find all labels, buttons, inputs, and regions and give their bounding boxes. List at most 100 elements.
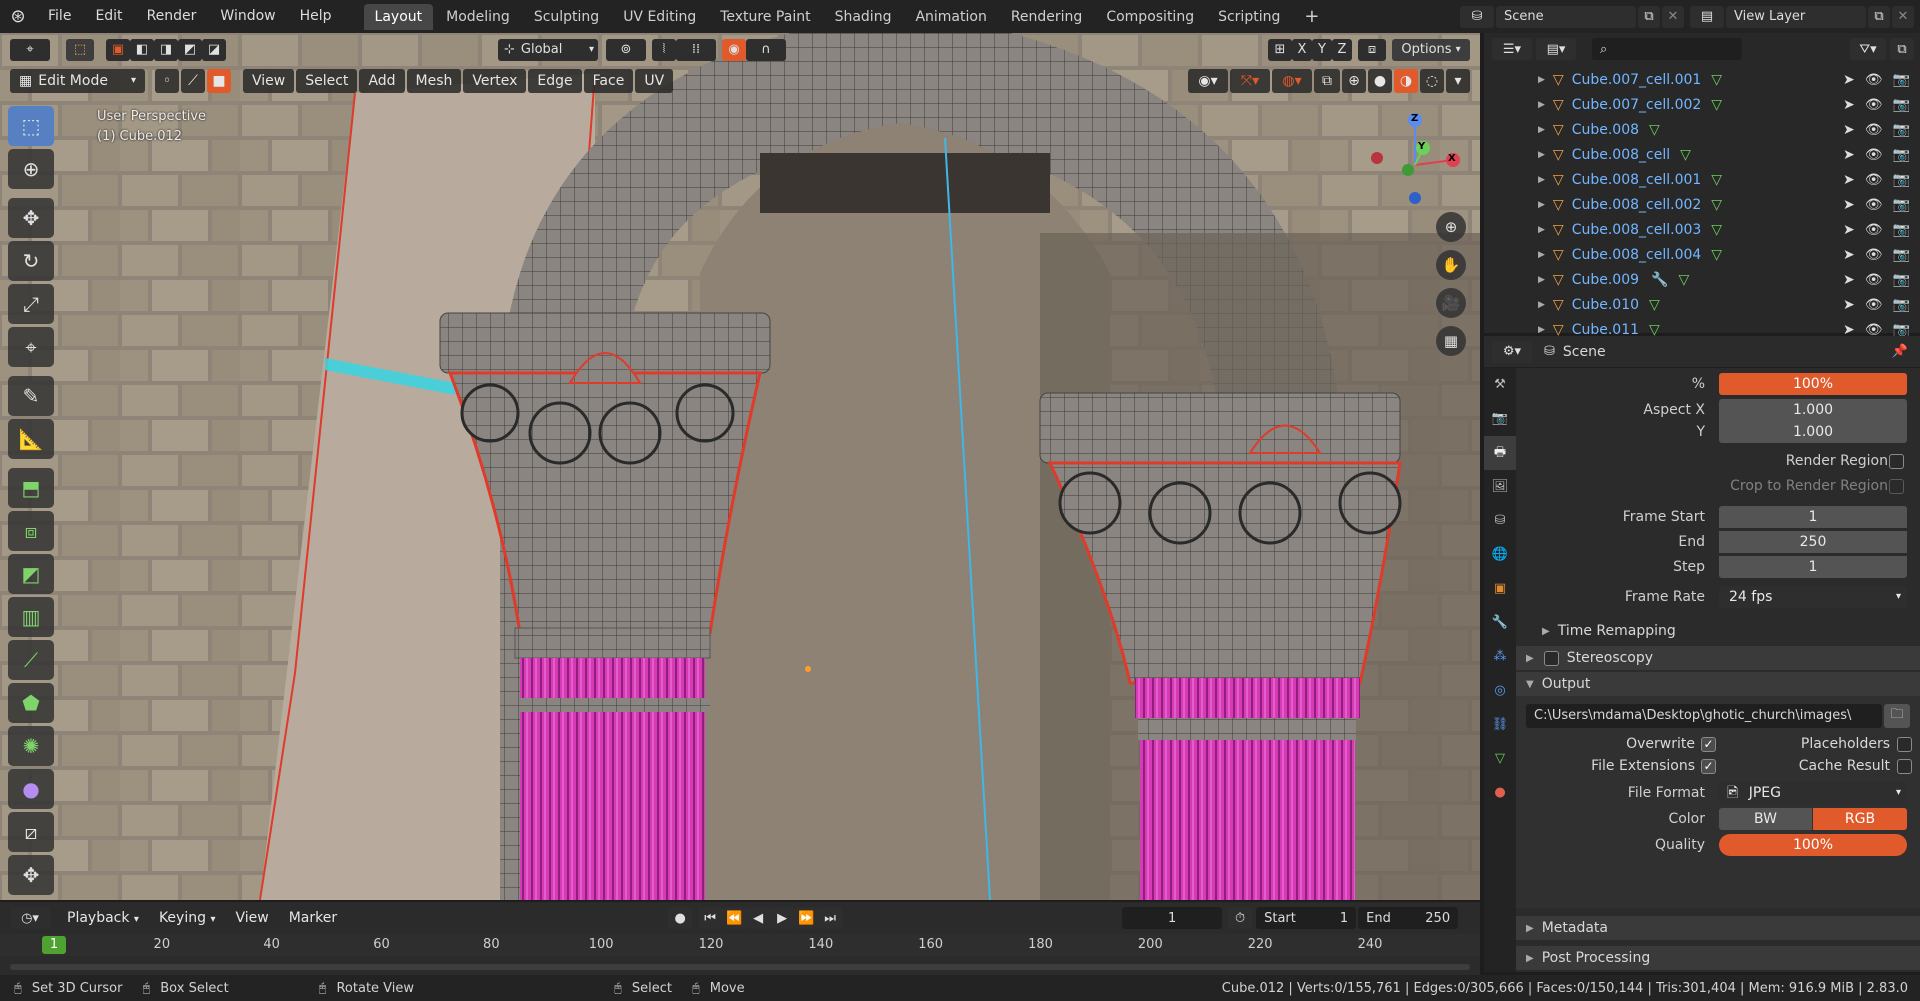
transform-orientation-dropdown[interactable]: ⊹ Global ▾: [498, 38, 598, 61]
outliner-item[interactable]: ▶ ▽ Cube.009 🔧 ▽ ➤ 👁 📷: [1484, 267, 1920, 292]
shrink-fatten-tool-icon[interactable]: ✥: [8, 855, 54, 895]
mesh-data-icon[interactable]: ▽: [1680, 147, 1691, 163]
select-mode-subtract-icon[interactable]: ◨: [154, 38, 178, 61]
output-tab-icon[interactable]: 🖶: [1484, 436, 1516, 470]
cache-result-checkbox[interactable]: [1897, 759, 1912, 774]
output-path-field[interactable]: C:\Users\mdama\Desktop\ghotic_church\ima…: [1526, 704, 1882, 728]
selectable-arrow-icon[interactable]: ➤: [1843, 172, 1855, 188]
menu-edit[interactable]: Edit: [83, 0, 134, 33]
visibility-eye-icon[interactable]: 👁: [1865, 122, 1883, 138]
selectable-arrow-icon[interactable]: ➤: [1843, 72, 1855, 88]
tool-tab-icon[interactable]: ⚒: [1484, 368, 1516, 402]
menu-add[interactable]: Add: [359, 69, 405, 93]
jump-keyframe-back-icon[interactable]: ⏪: [722, 907, 747, 929]
chevron-right-icon[interactable]: ▶: [1538, 200, 1545, 210]
outliner-item[interactable]: ▶ ▽ Cube.008_cell.001 ▽ ➤ 👁 📷: [1484, 167, 1920, 192]
view-layer-field[interactable]: View Layer: [1726, 5, 1866, 28]
select-box-tool-icon[interactable]: ⬚: [8, 106, 54, 146]
visibility-eye-icon[interactable]: 👁: [1865, 297, 1883, 313]
file-extensions-checkbox[interactable]: [1701, 759, 1716, 774]
modifier-tab-icon[interactable]: 🔧: [1484, 606, 1516, 640]
tab-layout[interactable]: Layout: [363, 3, 434, 30]
chevron-right-icon[interactable]: ▶: [1538, 275, 1545, 285]
delete-view-layer-icon[interactable]: ✕: [1892, 5, 1914, 28]
keying-menu[interactable]: Keying ▾: [150, 906, 225, 930]
tab-rendering[interactable]: Rendering: [1000, 4, 1094, 30]
aspect-x-field[interactable]: 1.000: [1719, 399, 1907, 421]
outliner-item[interactable]: ▶ ▽ Cube.008_cell.004 ▽ ➤ 👁 📷: [1484, 242, 1920, 267]
selectable-arrow-icon[interactable]: ➤: [1843, 297, 1855, 313]
modifier-wrench-icon[interactable]: 🔧: [1651, 272, 1668, 288]
zoom-icon[interactable]: ⊕: [1436, 212, 1466, 242]
outliner-item[interactable]: ▶ ▽ Cube.008 ▽ ➤ 👁 📷: [1484, 117, 1920, 142]
camera-view-icon[interactable]: 🎥: [1436, 288, 1466, 318]
select-mode-invert-icon[interactable]: ◩: [178, 38, 202, 61]
selectable-arrow-icon[interactable]: ➤: [1843, 272, 1855, 288]
mirror-z-toggle[interactable]: Z: [1332, 38, 1352, 61]
snap-toggle-icon[interactable]: ⦚: [652, 38, 676, 61]
poly-build-tool-icon[interactable]: ⬟: [8, 683, 54, 723]
chevron-right-icon[interactable]: ▶: [1538, 150, 1545, 160]
blender-logo-icon[interactable]: ⊛: [0, 6, 36, 27]
jump-keyframe-forward-icon[interactable]: ⏩: [794, 907, 819, 929]
editor-type-icon[interactable]: ⌖: [10, 38, 50, 61]
quality-slider[interactable]: 100%: [1719, 834, 1907, 856]
play-icon[interactable]: ▶: [770, 907, 795, 929]
output-panel[interactable]: ▼ Output ⠿: [1516, 672, 1920, 696]
snap-element-icon[interactable]: ⁞⁞: [676, 38, 716, 61]
render-camera-icon[interactable]: 📷: [1893, 197, 1910, 213]
overlay-toggle-icon[interactable]: ◍▾: [1272, 69, 1312, 93]
pin-icon[interactable]: 📌: [1892, 344, 1908, 359]
render-camera-icon[interactable]: 📷: [1893, 297, 1910, 313]
outliner-search-input[interactable]: ⌕: [1592, 38, 1742, 60]
material-tab-icon[interactable]: ●: [1484, 776, 1516, 810]
mesh-data-icon[interactable]: ▽: [1649, 122, 1660, 138]
color-bw-button[interactable]: BW: [1719, 808, 1812, 830]
wireframe-shading-icon[interactable]: ⊕: [1342, 69, 1366, 93]
visibility-eye-icon[interactable]: 👁: [1865, 97, 1883, 113]
proportional-falloff-icon[interactable]: ∩: [746, 38, 786, 61]
mesh-data-icon[interactable]: ▽: [1711, 97, 1722, 113]
selectable-arrow-icon[interactable]: ➤: [1843, 197, 1855, 213]
chevron-right-icon[interactable]: ▶: [1538, 225, 1545, 235]
selectable-arrow-icon[interactable]: ➤: [1843, 97, 1855, 113]
properties-editor-icon[interactable]: ⚙▾: [1492, 340, 1532, 363]
new-collection-icon[interactable]: ⧉: [1890, 38, 1914, 60]
selectable-arrow-icon[interactable]: ➤: [1843, 122, 1855, 138]
timeline-view-menu[interactable]: View: [226, 906, 277, 930]
mesh-data-icon[interactable]: ▽: [1711, 222, 1722, 238]
render-camera-icon[interactable]: 📷: [1893, 247, 1910, 263]
view-layer-selector-icon[interactable]: ▤: [1690, 5, 1724, 28]
frame-rate-dropdown[interactable]: 24 fps ▾: [1719, 586, 1907, 608]
render-camera-icon[interactable]: 📷: [1893, 72, 1910, 88]
overwrite-checkbox[interactable]: [1701, 737, 1716, 752]
time-remapping-panel[interactable]: ▶ Time Remapping: [1516, 620, 1920, 642]
render-camera-icon[interactable]: 📷: [1893, 172, 1910, 188]
timeline-ruler[interactable]: 1 20 40 60 80 100 120 140 160 180 200 220 240: [0, 934, 1480, 956]
loop-cut-tool-icon[interactable]: ▥: [8, 597, 54, 637]
jump-end-icon[interactable]: ⏭: [818, 907, 843, 929]
mesh-data-icon[interactable]: ▽: [1649, 297, 1660, 313]
vertex-select-mode-icon[interactable]: ◦: [155, 69, 179, 93]
menu-edge[interactable]: Edge: [528, 69, 582, 93]
mesh-data-icon[interactable]: ▽: [1678, 272, 1689, 288]
metadata-panel[interactable]: ▶ Metadata ⠿: [1516, 916, 1920, 940]
start-frame-field[interactable]: Start 1: [1256, 907, 1357, 929]
mesh-data-icon[interactable]: ▽: [1711, 197, 1722, 213]
placeholders-checkbox[interactable]: [1897, 737, 1912, 752]
menu-help[interactable]: Help: [288, 0, 344, 33]
menu-mesh[interactable]: Mesh: [406, 69, 462, 93]
visibility-eye-icon[interactable]: 👁: [1865, 222, 1883, 238]
object-tab-icon[interactable]: ▣: [1484, 572, 1516, 606]
face-select-mode-icon[interactable]: ■: [207, 69, 231, 93]
delete-scene-icon[interactable]: ✕: [1662, 5, 1684, 28]
solid-shading-icon[interactable]: ●: [1368, 69, 1392, 93]
smooth-tool-icon[interactable]: ●: [8, 769, 54, 809]
visibility-icon[interactable]: ◉▾: [1188, 69, 1228, 93]
timeline-scrollbar[interactable]: [10, 964, 1470, 970]
menu-face[interactable]: Face: [583, 69, 634, 93]
chevron-right-icon[interactable]: ▶: [1538, 250, 1545, 260]
move-tool-icon[interactable]: ✥: [8, 198, 54, 238]
particles-tab-icon[interactable]: ⁂: [1484, 640, 1516, 674]
selectable-arrow-icon[interactable]: ➤: [1843, 247, 1855, 263]
